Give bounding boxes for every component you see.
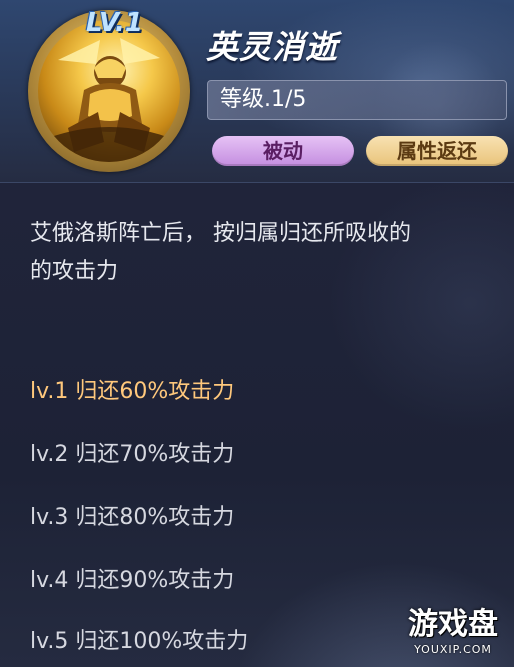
skill-header: LV.1 英灵消逝 等级.1/5 被动 属性返还 xyxy=(0,0,514,183)
level-2-effect: lv.2 归还70%攻击力 xyxy=(30,442,235,467)
skill-description: 艾俄洛斯阵亡后， 按归属归还所吸收的 的攻击力 xyxy=(30,215,510,291)
level-4-effect: lv.4 归还90%攻击力 xyxy=(30,568,235,593)
watermark-url: YOUXIP.COM xyxy=(414,643,492,656)
watermark-logo: 游戏盘 YOUXIP.COM xyxy=(394,608,512,664)
level-1-effect: lv.1 归还60%攻击力 xyxy=(30,379,235,404)
description-line-2: 的攻击力 xyxy=(30,259,119,284)
level-3-effect: lv.3 归还80%攻击力 xyxy=(30,505,235,530)
passive-tag: 被动 xyxy=(212,136,354,166)
watermark-title: 游戏盘 xyxy=(408,607,498,642)
description-line-1: 艾俄洛斯阵亡后， 按归属归还所吸收的 xyxy=(30,221,411,246)
skill-body: 艾俄洛斯阵亡后， 按归属归还所吸收的 的攻击力 lv.1 归还60%攻击力 lv… xyxy=(0,183,514,667)
skill-grade-box: 等级.1/5 xyxy=(207,80,507,120)
skill-name: 英灵消逝 xyxy=(206,28,339,66)
skill-level-badge: LV.1 xyxy=(86,8,144,38)
attribute-return-tag: 属性返还 xyxy=(366,136,508,166)
level-5-effect: lv.5 归还100%攻击力 xyxy=(30,629,249,654)
skill-detail-panel: LV.1 英灵消逝 等级.1/5 被动 属性返还 艾俄洛斯阵亡后， 按归属归还所… xyxy=(0,0,514,667)
skill-grade-text: 等级.1/5 xyxy=(220,87,307,112)
